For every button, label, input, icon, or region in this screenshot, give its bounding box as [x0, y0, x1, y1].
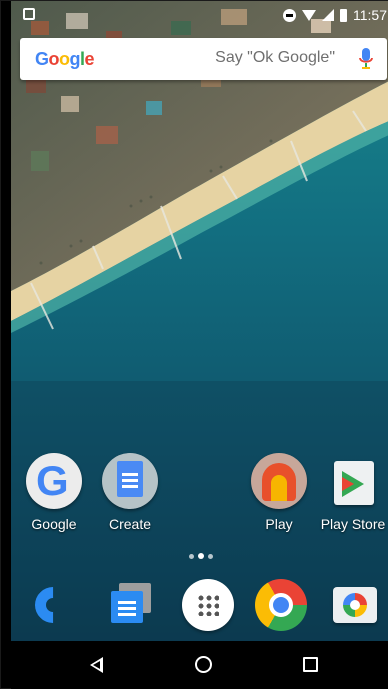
- do-not-disturb-icon: [283, 8, 296, 22]
- app-label: Create: [108, 516, 152, 532]
- app-label: Play: [265, 516, 293, 532]
- app-label: Play Store: [320, 516, 386, 532]
- all-apps-icon: [182, 579, 234, 631]
- google-logo: Google: [35, 48, 95, 69]
- navigation-bar: [11, 641, 388, 689]
- chrome-icon: [255, 579, 307, 631]
- play-app-icon: [251, 453, 307, 509]
- wifi-icon: [302, 9, 316, 21]
- status-icons: 11:57: [283, 7, 387, 23]
- mic-icon[interactable]: [359, 48, 373, 70]
- notification-icon: [23, 8, 35, 20]
- dock-phone[interactable]: [27, 579, 79, 631]
- dock-camera[interactable]: [329, 579, 381, 631]
- dock-chrome[interactable]: [255, 579, 307, 631]
- google-search-bar[interactable]: Google Say "Ok Google": [20, 38, 387, 80]
- recents-icon[interactable]: [303, 657, 318, 672]
- page-dot: [189, 553, 194, 559]
- search-hint: Say "Ok Google": [215, 49, 335, 66]
- app-play[interactable]: Play: [241, 453, 317, 532]
- app-google[interactable]: G Google: [16, 453, 92, 532]
- docs-create-icon: [102, 453, 158, 509]
- app-play-store[interactable]: Play Store: [317, 453, 388, 532]
- home-icon[interactable]: [195, 656, 212, 673]
- dock: [11, 571, 388, 641]
- phone-icon: [27, 579, 79, 631]
- page-dot-active: [198, 553, 204, 559]
- signal-icon: [322, 9, 334, 21]
- clock: 11:57: [353, 7, 387, 23]
- messages-icon: [105, 579, 157, 631]
- all-apps-button[interactable]: [182, 579, 234, 631]
- google-app-icon: G: [26, 453, 82, 509]
- page-dot: [208, 553, 213, 559]
- status-bar: 11:57: [11, 1, 388, 29]
- page-indicator: [189, 553, 213, 559]
- app-create[interactable]: Create: [92, 453, 168, 532]
- back-icon[interactable]: [87, 655, 107, 675]
- battery-icon: [340, 8, 347, 22]
- phone-screen: 11:57 Google Say "Ok Google" G Google Cr…: [0, 0, 388, 689]
- play-store-icon: [325, 453, 381, 509]
- dock-messages[interactable]: [105, 579, 157, 631]
- camera-icon: [329, 579, 381, 631]
- app-label: Google: [31, 516, 77, 532]
